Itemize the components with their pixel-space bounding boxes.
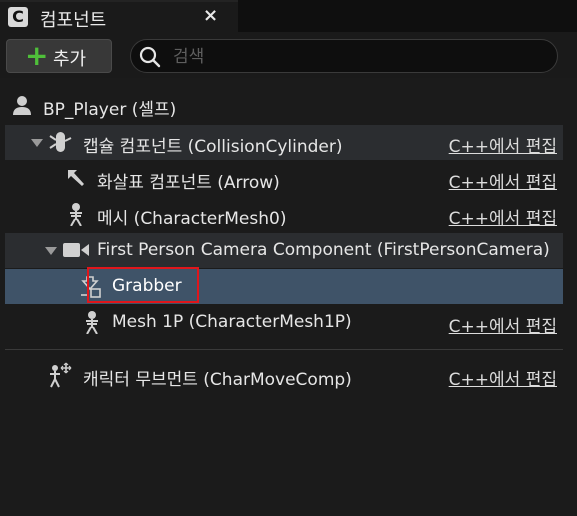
arrow-icon [68,170,84,186]
edit-in-cpp-link[interactable]: C++에서 편집 [449,312,557,337]
plus-icon: + [25,39,49,72]
chevron-down-icon[interactable] [45,247,57,255]
tree-item-character-mesh[interactable]: 메시 (CharacterMesh0) C++에서 편집 [5,197,563,232]
search-icon [139,46,161,68]
tree-root-bp-player[interactable]: BP_Player (셀프) [5,88,563,123]
tree-item-char-move-comp[interactable]: 캐릭터 무브먼트 (CharMoveComp) C++에서 편집 [5,358,563,393]
components-tab-icon: C [8,7,28,27]
tree-item-arrow[interactable]: 화살표 컴포넌트 (Arrow) C++에서 편집 [5,161,563,196]
tab-title: 컴포넌트 [40,10,107,31]
add-component-button[interactable]: + 추가 [6,39,112,73]
tree-item-grabber[interactable]: Grabber [5,267,563,304]
edit-in-cpp-link[interactable]: C++에서 편집 [449,365,557,390]
edit-in-cpp-link[interactable]: C++에서 편집 [449,132,557,157]
tree-item-label: 캐릭터 무브먼트 (CharMoveComp) [83,370,352,390]
camera-icon [63,243,89,257]
search-input[interactable] [171,44,545,70]
edit-in-cpp-link[interactable]: C++에서 편집 [449,204,557,229]
close-icon[interactable]: × [203,5,218,26]
tree-item-mesh-1p[interactable]: Mesh 1P (CharacterMesh1P) C++에서 편집 [5,305,563,340]
tab-bar: C 컴포넌트 × [0,0,577,32]
component-tree: BP_Player (셀프) 캡슐 컴포넌트 (CollisionCylinde… [0,78,577,516]
tree-item-label: First Person Camera Component (FirstPers… [97,240,550,260]
tree-item-label: 캡슐 컴포넌트 (CollisionCylinder) [83,137,343,157]
highlight-box [87,267,199,303]
toolbar: + 추가 [0,32,577,78]
tree-item-label: 메시 (CharacterMesh0) [97,209,287,229]
search-box[interactable] [130,39,558,73]
divider [5,349,563,350]
tree-item-label: Mesh 1P (CharacterMesh1P) [112,312,352,332]
tab-components[interactable]: C 컴포넌트 × [0,0,238,32]
tree-item-label: 화살표 컴포넌트 (Arrow) [97,173,280,193]
chevron-down-icon[interactable] [31,139,43,147]
edit-in-cpp-link[interactable]: C++에서 편집 [449,168,557,193]
person-icon [13,96,31,115]
movement-icon [50,362,72,388]
tree-item-label: BP_Player (셀프) [43,100,177,120]
tree-item-collision-cylinder[interactable]: 캡슐 컴포넌트 (CollisionCylinder) C++에서 편집 [5,125,563,160]
add-button-label: 추가 [53,49,87,70]
tree-item-first-person-camera[interactable]: First Person Camera Component (FirstPers… [5,233,563,268]
capsule-icon [49,132,72,152]
skeleton-icon [86,311,98,334]
skeleton-icon [70,203,82,226]
